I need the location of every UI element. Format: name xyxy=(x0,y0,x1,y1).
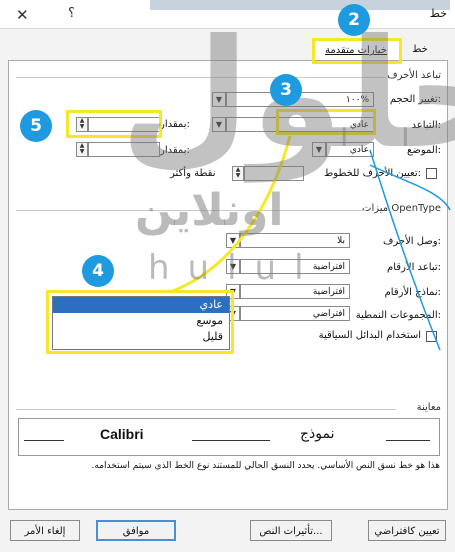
callout-badge: 5 xyxy=(20,110,52,142)
callout-badge: 2 xyxy=(338,4,370,36)
watermark-sub: اونلاين xyxy=(135,185,284,236)
callout-badge: 3 xyxy=(270,74,302,106)
watermark-latin: hulul xyxy=(148,248,322,288)
callout-badge: 4 xyxy=(82,255,114,287)
